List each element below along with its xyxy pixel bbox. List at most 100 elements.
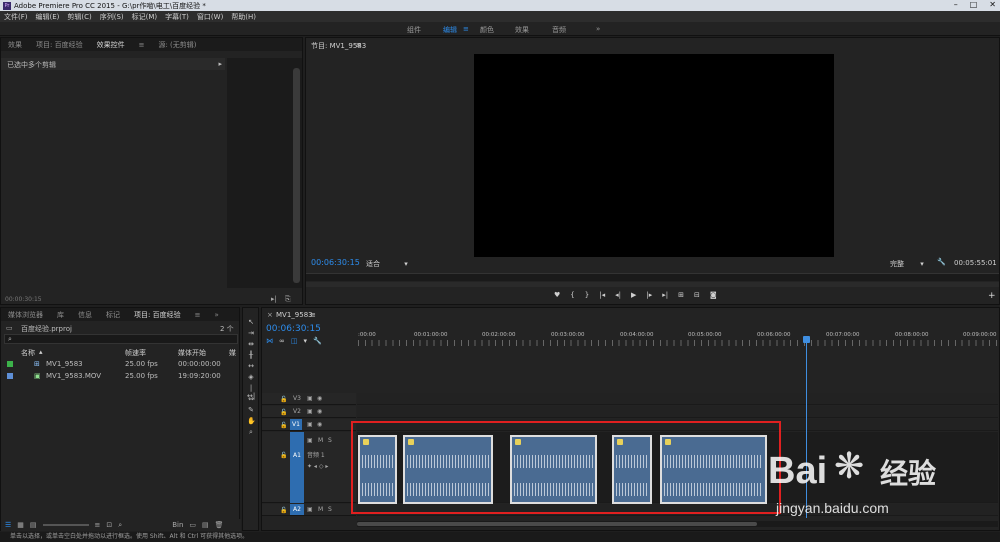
go-to-in-icon[interactable]: |◂ xyxy=(599,291,605,299)
mark-out-icon[interactable]: } xyxy=(585,291,589,299)
menu-help[interactable]: 帮助(H) xyxy=(231,12,256,22)
track-select-tool-icon[interactable]: ⇥ xyxy=(247,329,255,337)
track-label-a2[interactable]: A2 xyxy=(290,504,304,515)
table-row[interactable]: ⊞ MV1_9583 25.00 fps 00:00:00:00 xyxy=(1,359,241,370)
sync-lock-icon[interactable]: ▣ xyxy=(307,395,313,402)
column-media-extra[interactable]: 媒 xyxy=(229,348,236,358)
track-label-v3[interactable]: V3 xyxy=(293,395,301,402)
workspace-audio[interactable]: 音频 xyxy=(552,25,566,35)
workspace-effects[interactable]: 效果 xyxy=(515,25,529,35)
eye-icon[interactable]: ◉ xyxy=(317,395,322,402)
slip-tool-icon[interactable]: |↔| xyxy=(247,384,255,400)
lock-icon[interactable]: 🔓 xyxy=(280,422,287,429)
lock-icon[interactable]: 🔓 xyxy=(280,409,287,416)
timeline-ruler[interactable]: :00:00 00:01:00:00 00:02:00:00 00:03:00:… xyxy=(358,328,999,348)
track-label-v1[interactable]: V1 xyxy=(290,419,302,430)
export-icon[interactable]: ⎘ xyxy=(285,295,291,304)
playhead-timecode[interactable]: 00:06:30:15 xyxy=(311,258,360,267)
project-panel-menu-icon[interactable]: ≡ xyxy=(188,311,208,319)
rolling-edit-tool-icon[interactable]: ╫ xyxy=(247,351,255,359)
program-monitor-menu-icon[interactable]: ≡ xyxy=(356,41,362,49)
track-target-a1[interactable] xyxy=(290,432,304,503)
add-marker-timeline-icon[interactable]: ◫ xyxy=(291,337,298,345)
column-name[interactable]: 名称 xyxy=(21,348,35,358)
tab-media-browser[interactable]: 媒体浏览器 xyxy=(1,310,50,320)
track-label-v2[interactable]: V2 xyxy=(293,408,301,415)
zoom-slider[interactable] xyxy=(42,524,89,526)
zoom-tool-icon[interactable]: ⌕ xyxy=(247,428,255,436)
label-color-swatch[interactable] xyxy=(7,361,13,367)
slide-tool-icon[interactable]: ⇔ xyxy=(247,395,255,403)
tab-markers[interactable]: 标记 xyxy=(99,310,127,320)
timeline-settings-icon[interactable]: 🔧 xyxy=(313,337,322,345)
add-marker-icon[interactable]: ♥ xyxy=(554,291,560,299)
tab-project-baidu[interactable]: 项目: 百度经验 xyxy=(127,310,188,320)
lift-icon[interactable]: ⊞ xyxy=(678,291,684,299)
playhead-line[interactable] xyxy=(806,338,807,518)
track-lane-v3[interactable] xyxy=(357,393,998,405)
tab-project[interactable]: 项目: 百度经验 xyxy=(29,40,90,50)
ripple-edit-tool-icon[interactable]: ⇹ xyxy=(247,340,255,348)
mark-in-icon[interactable]: { xyxy=(570,291,574,299)
program-time-ruler[interactable] xyxy=(306,273,999,281)
column-frame-rate[interactable]: 帧速率 xyxy=(125,348,146,358)
pen-tool-icon[interactable]: ✎ xyxy=(247,406,255,414)
new-bin-icon[interactable]: ▭ xyxy=(189,521,196,529)
timeline-timecode[interactable]: 00:06:30:15 xyxy=(266,324,321,334)
step-forward-icon[interactable]: |▸ xyxy=(646,291,652,299)
tab-effect-controls-menu[interactable]: ≡ xyxy=(132,41,152,49)
close-sequence-icon[interactable]: × xyxy=(267,311,273,319)
clear-icon[interactable]: 🗑 xyxy=(215,521,224,529)
menu-title[interactable]: 字幕(T) xyxy=(165,12,189,22)
zoom-select[interactable]: 适合 ▾ xyxy=(366,259,408,269)
program-zoom-scrollbar[interactable] xyxy=(306,282,999,287)
workspace-assembly[interactable]: 组件 xyxy=(407,25,421,35)
project-panel-more[interactable]: » xyxy=(207,311,225,319)
sync-lock-icon[interactable]: ▣ xyxy=(307,506,313,513)
freeform-view-icon[interactable]: ▤ xyxy=(30,521,37,529)
tab-effect-controls[interactable]: 效果控件 xyxy=(90,40,132,50)
wrench-icon[interactable]: 🔧 xyxy=(937,258,946,266)
menu-sequence[interactable]: 序列(S) xyxy=(100,12,124,22)
rate-stretch-tool-icon[interactable]: ↔ xyxy=(247,362,255,370)
sequence-menu-icon[interactable]: ≡ xyxy=(310,311,316,319)
camera-icon[interactable]: ◙ xyxy=(710,291,717,299)
maximize-button[interactable]: □ xyxy=(970,0,978,9)
eye-icon[interactable]: ◉ xyxy=(317,408,322,415)
solo-button[interactable]: S xyxy=(328,506,332,513)
sync-lock-icon[interactable]: ▣ xyxy=(307,421,313,428)
track-label-a1[interactable]: A1 xyxy=(293,452,301,459)
workspace-color[interactable]: 颜色 xyxy=(480,25,494,35)
tab-source[interactable]: 源: (无剪辑) xyxy=(151,40,203,50)
play-only-icon[interactable]: ▸ xyxy=(218,60,222,68)
label-color-swatch[interactable] xyxy=(7,373,13,379)
timeline-horizontal-scrollbar[interactable] xyxy=(357,521,998,527)
tab-info[interactable]: 信息 xyxy=(71,310,99,320)
mute-button[interactable]: M xyxy=(318,506,323,513)
keyframe-icon[interactable]: ✦ ◂ ◇ ▸ xyxy=(307,463,328,470)
lock-icon[interactable]: 🔓 xyxy=(280,507,287,514)
workspace-more[interactable]: » xyxy=(596,25,600,33)
sequence-tab[interactable]: MV1_9583 xyxy=(276,311,313,319)
scrollbar-thumb[interactable] xyxy=(357,522,757,526)
sync-lock-icon[interactable]: ▣ xyxy=(307,437,313,444)
track-lane-v2[interactable] xyxy=(357,406,998,418)
eye-icon[interactable]: ◉ xyxy=(317,421,322,428)
snap-icon[interactable]: ⋈ xyxy=(266,337,273,345)
lock-icon[interactable]: 🔓 xyxy=(280,452,287,459)
hand-tool-icon[interactable]: ✋ xyxy=(247,417,256,425)
icon-view-icon[interactable]: ▦ xyxy=(17,521,24,529)
effect-controls-scrollbar[interactable] xyxy=(293,68,300,283)
linked-selection-icon[interactable]: ∞ xyxy=(279,337,285,345)
menu-clip[interactable]: 剪辑(C) xyxy=(67,12,91,22)
workspace-menu-icon[interactable]: ≡ xyxy=(463,25,469,33)
extract-icon[interactable]: ⊟ xyxy=(694,291,700,299)
automate-icon[interactable]: ⊡ xyxy=(106,521,112,529)
minimize-button[interactable]: – xyxy=(954,0,958,9)
workspace-editing[interactable]: 编辑 xyxy=(443,25,457,35)
playback-resolution-select[interactable]: 完整 ▾ xyxy=(890,259,924,269)
menu-marker[interactable]: 标记(M) xyxy=(132,12,158,22)
mute-button[interactable]: M xyxy=(318,437,323,444)
project-search-input[interactable]: ⌕ xyxy=(4,334,238,344)
filter-icon[interactable]: ▸| xyxy=(271,295,277,303)
